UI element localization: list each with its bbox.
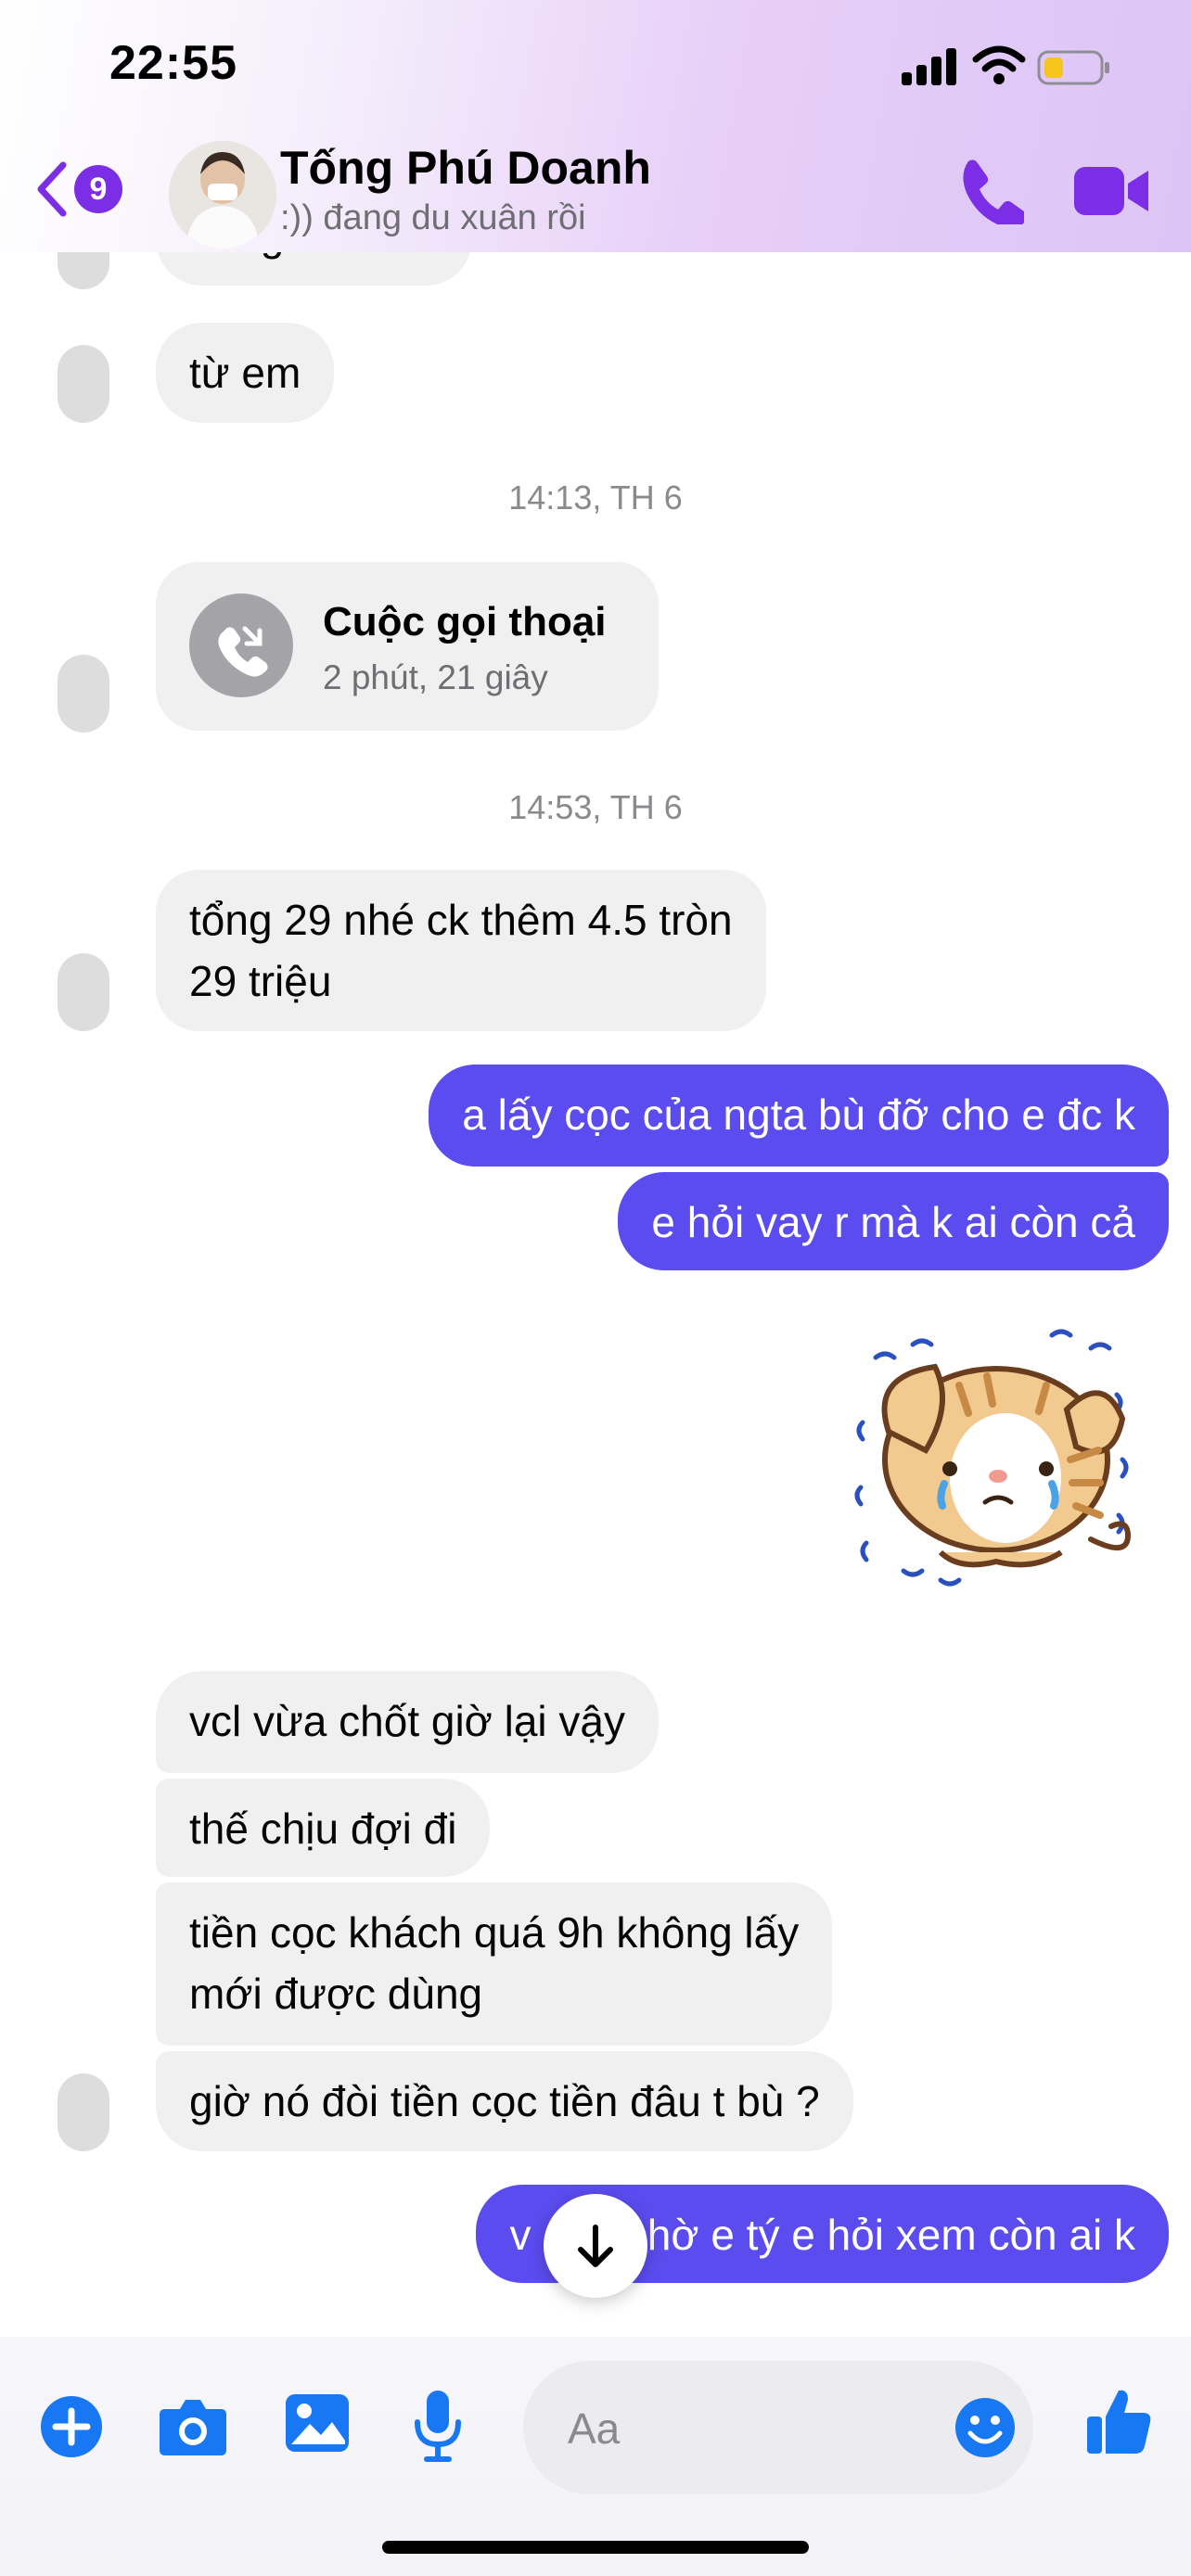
voice-record-button[interactable] xyxy=(412,2389,464,2463)
message-text: e hỏi vay r mà k ai còn cả xyxy=(651,1198,1135,1246)
message-input-placeholder: Aa xyxy=(568,2404,621,2453)
unread-count-badge: 9 xyxy=(74,165,122,213)
missed-call-icon xyxy=(189,593,293,697)
message-text: tổng 29 nhé ck thêm 4.5 tròn xyxy=(189,896,733,944)
microphone-icon xyxy=(415,2391,461,2462)
timestamp: 14:13, TH 6 xyxy=(508,478,683,516)
video-camera-icon xyxy=(1074,167,1148,215)
chevron-left-icon xyxy=(37,161,67,217)
message-incoming[interactable]: thế chịu đợi đi xyxy=(156,1779,491,1877)
crying-cat-sticker[interactable] xyxy=(848,1320,1154,1608)
home-indicator xyxy=(382,2541,809,2554)
contact-avatar[interactable] xyxy=(58,655,109,733)
like-button[interactable] xyxy=(1085,2385,1152,2455)
message-text: giờ nó đòi tiền cọc tiền đâu t bù ? xyxy=(189,2077,820,2125)
plus-icon xyxy=(41,2396,102,2457)
contact-avatar[interactable] xyxy=(58,2073,109,2151)
message-text: thế chịu đợi đi xyxy=(189,1804,457,1853)
thumbs-up-icon xyxy=(1087,2390,1151,2454)
contact-avatar[interactable] xyxy=(58,953,109,1031)
message-text: vcl vừa chốt giờ lại vậy xyxy=(189,1697,626,1745)
message-incoming[interactable]: vcl vừa chốt giờ lại vậy xyxy=(156,1671,660,1773)
wifi-icon xyxy=(972,45,1026,85)
contact-status: :)) đang du xuân rồi xyxy=(280,198,586,237)
call-duration: 2 phút, 21 giây xyxy=(323,658,548,696)
message-text: 29 triệu xyxy=(189,957,332,1005)
message-text: tiền cọc khách quá 9h không lấy xyxy=(189,1908,800,1957)
chat-header: 22:55 9 Tống Phú Doanh:)) đang du xuân … xyxy=(0,0,1191,252)
message-incoming[interactable]: giờ nó đòi tiền cọc tiền đâu t bù ? xyxy=(156,2051,853,2151)
message-incoming[interactable]: tổng 29 nhé ck thêm 4.5 tròn 29 triệu xyxy=(156,870,766,1031)
call-title: Cuộc gọi thoại xyxy=(323,599,607,644)
camera-button[interactable] xyxy=(158,2394,228,2457)
message-outgoing[interactable]: e hỏi vay r mà k ai còn cả xyxy=(618,1172,1169,1270)
contact-avatar[interactable] xyxy=(58,345,109,423)
composer-bar: Aa xyxy=(0,2337,1191,2576)
scroll-to-bottom-button[interactable] xyxy=(544,2194,647,2298)
message-text: từ em xyxy=(189,349,301,397)
arrow-down-icon xyxy=(578,2225,613,2267)
contact-avatar-large[interactable] xyxy=(169,141,276,249)
emoji-button[interactable] xyxy=(954,2396,1017,2459)
emoji-icon xyxy=(955,2398,1015,2457)
battery-icon xyxy=(1037,50,1111,85)
back-button[interactable]: 9 xyxy=(33,156,126,223)
message-text: mới được dùng xyxy=(189,1970,483,2018)
cellular-signal-icon xyxy=(902,48,957,85)
message-outgoing[interactable]: a lấy cọc của ngta bù đỡ cho e đc k xyxy=(429,1065,1169,1167)
status-time: 22:55 xyxy=(109,36,237,90)
message-text: a lấy cọc của ngta bù đỡ cho e đc k xyxy=(462,1090,1135,1139)
timestamp: 14:53, TH 6 xyxy=(508,788,683,826)
plus-button[interactable] xyxy=(39,2394,104,2459)
camera-icon xyxy=(160,2400,226,2455)
voice-call-card[interactable]: Cuộc gọi thoại 2 phút, 21 giây xyxy=(156,562,659,731)
voice-call-button[interactable] xyxy=(954,154,1028,228)
phone-icon xyxy=(963,159,1028,228)
contact-name[interactable]: Tống Phú Doanh xyxy=(280,141,651,195)
message-incoming[interactable]: tiền cọc khách quá 9h không lấy mới được… xyxy=(156,1882,833,2046)
message-input[interactable]: Aa xyxy=(523,2361,1033,2494)
message-incoming[interactable]: từ em xyxy=(156,323,335,423)
video-call-button[interactable] xyxy=(1072,163,1150,219)
gallery-button[interactable] xyxy=(284,2392,351,2454)
image-icon xyxy=(286,2394,349,2452)
